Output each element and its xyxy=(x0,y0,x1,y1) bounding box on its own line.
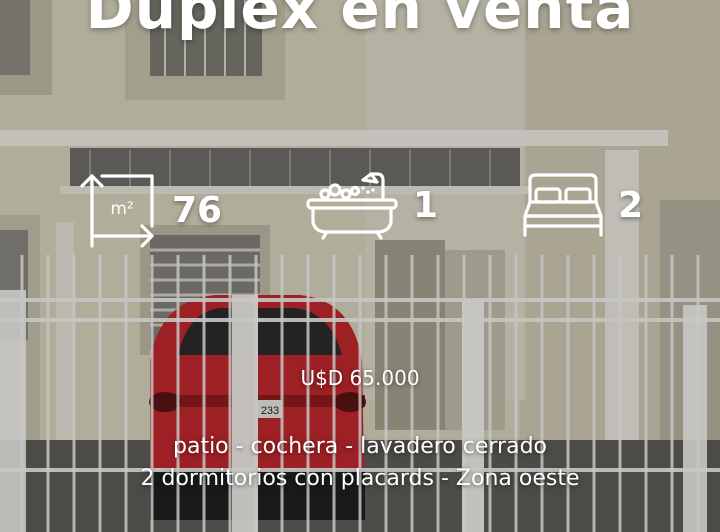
area-value: 76 xyxy=(172,189,223,231)
bedrooms-feature: 2 xyxy=(522,172,643,238)
bathtub-icon xyxy=(306,172,398,240)
price: U$D 65.000 xyxy=(300,366,420,390)
bathrooms-feature: 1 xyxy=(305,170,438,240)
description-line-1: patio - cochera - lavadero cerrado xyxy=(173,434,547,459)
bed-icon xyxy=(523,173,603,237)
description-line-2: 2 dormitorios con placards - Zona oeste xyxy=(140,466,580,491)
bathrooms-value: 1 xyxy=(413,184,439,226)
area-m2-icon: m² xyxy=(80,174,154,248)
bedrooms-value: 2 xyxy=(618,184,644,226)
listing-title: Duplex en venta xyxy=(85,0,635,42)
area-feature: m² 76 xyxy=(80,172,222,248)
area-badge: m² xyxy=(110,199,133,219)
